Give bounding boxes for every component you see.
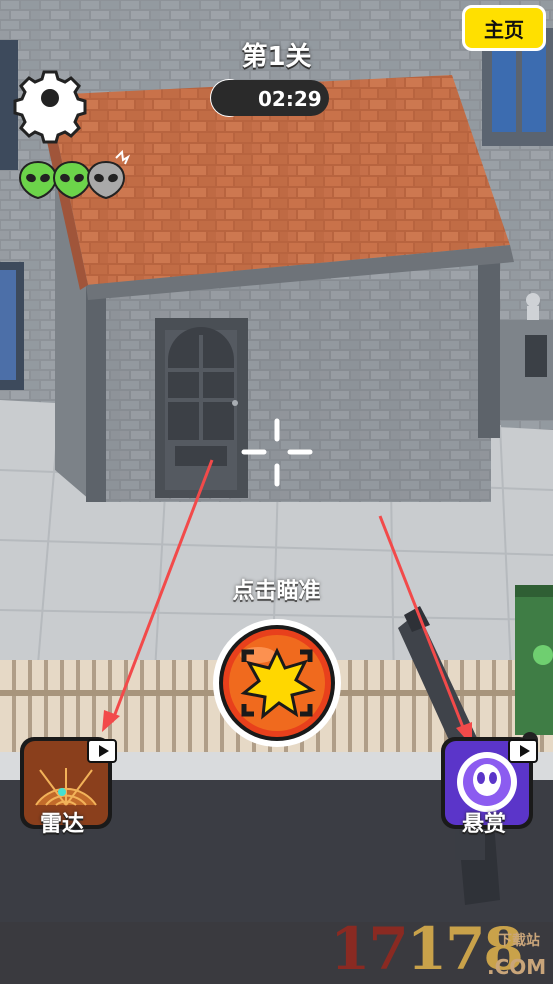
watermark-small-text: 下载站 — [498, 933, 540, 949]
timer-value: 02:29 — [258, 87, 322, 111]
home-button[interactable]: 主页 — [462, 5, 546, 51]
aim-hint: 点击瞄准 — [232, 579, 321, 604]
watermark-com: .COM — [487, 955, 547, 979]
video-ad-icon — [87, 739, 117, 763]
video-ad-icon — [508, 739, 538, 763]
bounty-skill-label: 悬赏 — [462, 812, 507, 837]
radar-skill-label: 雷达 — [40, 812, 85, 837]
dumpster-prop — [515, 585, 553, 748]
fire-button[interactable] — [213, 619, 341, 747]
gear-icon[interactable] — [13, 70, 87, 144]
alien-bounty-icon — [457, 752, 517, 812]
